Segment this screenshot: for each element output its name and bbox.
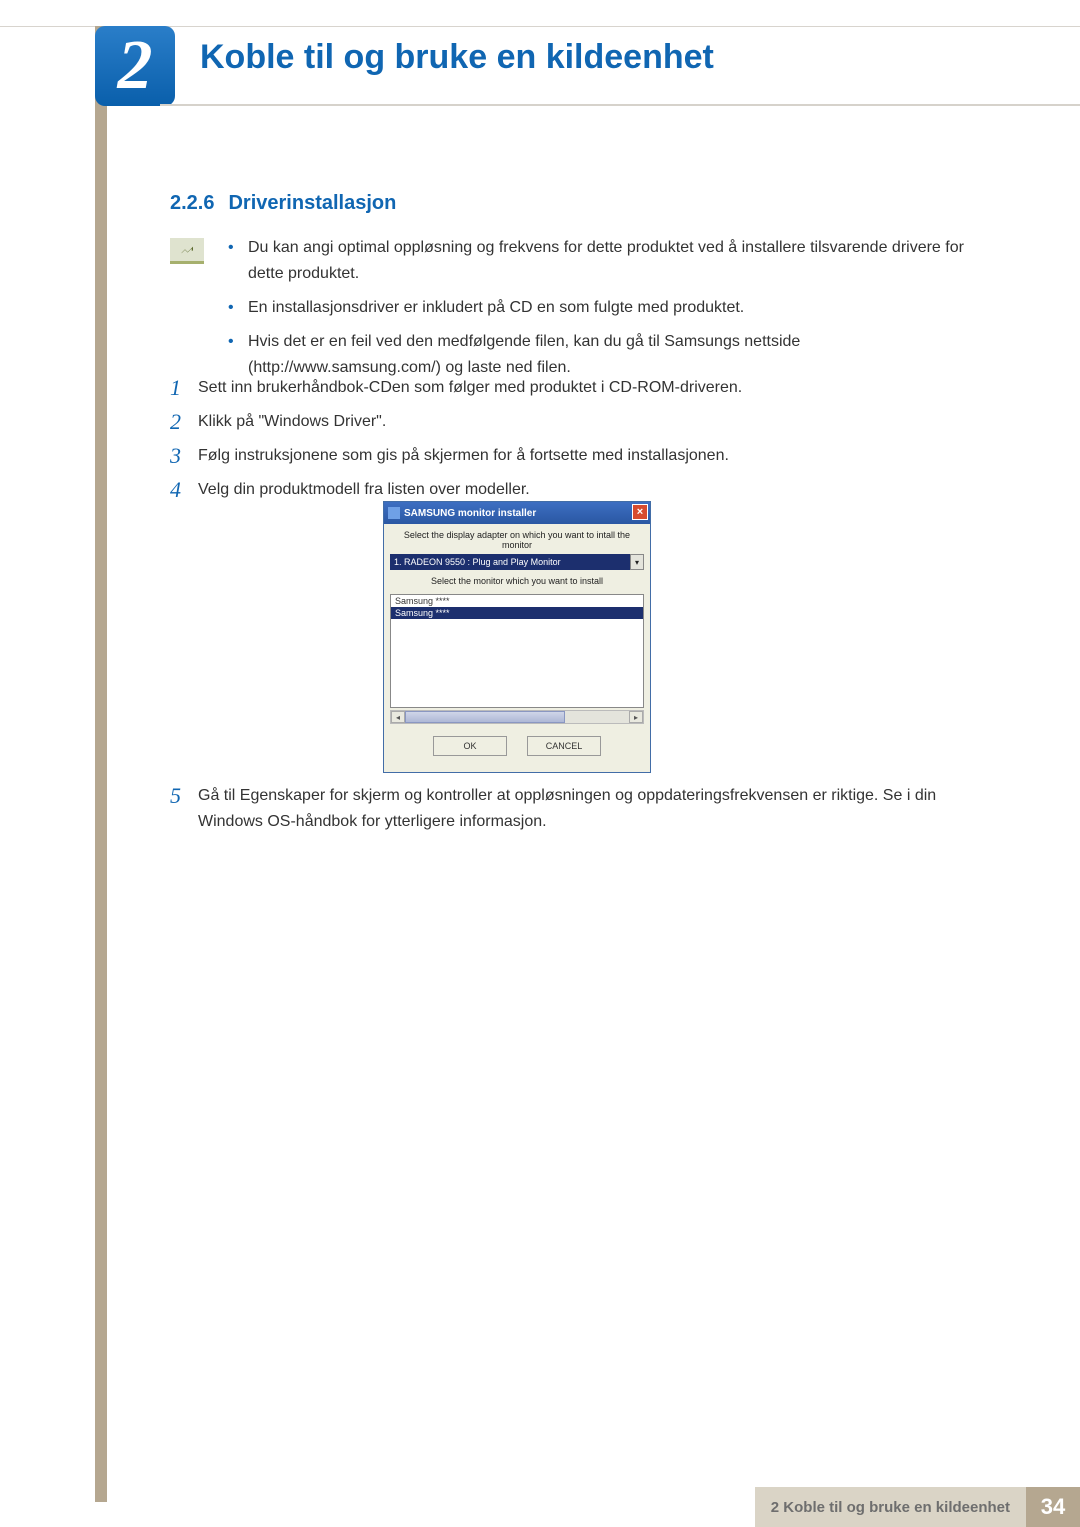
adapter-select-value: 1. RADEON 9550 : Plug and Play Monitor — [394, 557, 561, 567]
monitor-listbox[interactable]: Samsung **** Samsung **** — [390, 594, 644, 708]
ok-button[interactable]: OK — [433, 736, 507, 756]
installer-window: SAMSUNG monitor installer × Select the d… — [383, 501, 651, 773]
note-item: Du kan angi optimal oppløsning og frekve… — [228, 235, 990, 287]
installer-title-text: SAMSUNG monitor installer — [404, 508, 536, 519]
chapter-number: 2 — [118, 31, 153, 101]
horizontal-scrollbar[interactable]: ◂ ▸ — [390, 710, 644, 724]
step-text: Gå til Egenskaper for skjerm og kontroll… — [198, 783, 990, 835]
list-item[interactable]: Samsung **** — [391, 595, 643, 607]
list-item[interactable]: Samsung **** — [391, 607, 643, 619]
section-number: 2.2.6 — [170, 192, 214, 214]
step-2: 2 Klikk på "Windows Driver". — [170, 409, 990, 435]
installer-titlebar: SAMSUNG monitor installer × — [384, 502, 650, 524]
chapter-title: Koble til og bruke en kildeenhet — [200, 38, 714, 77]
close-button[interactable]: × — [632, 504, 648, 520]
adapter-select[interactable]: 1. RADEON 9550 : Plug and Play Monitor ▾ — [390, 554, 644, 570]
page-footer: 2 Koble til og bruke en kildeenhet 34 — [0, 1487, 1080, 1527]
step-4: 4 Velg din produktmodell fra listen over… — [170, 477, 990, 503]
cancel-button[interactable]: CANCEL — [527, 736, 601, 756]
section-heading: 2.2.6 Driverinstallasjon — [170, 192, 396, 215]
note-icon — [170, 238, 204, 264]
note-list: Du kan angi optimal oppløsning og frekve… — [228, 235, 990, 389]
monitor-label: Select the monitor which you want to ins… — [384, 570, 650, 590]
adapter-label: Select the display adapter on which you … — [384, 524, 650, 554]
chevron-down-icon[interactable]: ▾ — [630, 554, 644, 570]
step-number: 4 — [170, 477, 198, 503]
installer-app-icon — [388, 507, 400, 519]
step-text: Klikk på "Windows Driver". — [198, 409, 990, 435]
step-5: 5 Gå til Egenskaper for skjerm og kontro… — [170, 783, 990, 835]
step-number: 1 — [170, 375, 198, 401]
note-item: Hvis det er en feil ved den medfølgende … — [228, 329, 990, 381]
scroll-thumb[interactable] — [405, 711, 565, 723]
step-text: Velg din produktmodell fra listen over m… — [198, 477, 990, 503]
scroll-right-icon[interactable]: ▸ — [629, 711, 643, 723]
section-title: Driverinstallasjon — [228, 192, 396, 214]
installer-button-row: OK CANCEL — [384, 736, 650, 756]
step-number: 2 — [170, 409, 198, 435]
scroll-left-icon[interactable]: ◂ — [391, 711, 405, 723]
note-item: En installasjonsdriver er inkludert på C… — [228, 295, 990, 321]
note-block: Du kan angi optimal oppløsning og frekve… — [170, 235, 990, 389]
step-1: 1 Sett inn brukerhåndbok-CDen som følger… — [170, 375, 990, 401]
step-text: Følg instruksjonene som gis på skjermen … — [198, 443, 990, 469]
left-sidebar-strip — [95, 26, 107, 1502]
footer-chapter-label: 2 Koble til og bruke en kildeenhet — [755, 1487, 1026, 1527]
step-number: 3 — [170, 443, 198, 469]
step-3: 3 Følg instruksjonene som gis på skjerme… — [170, 443, 990, 469]
step-text: Sett inn brukerhåndbok-CDen som følger m… — [198, 375, 990, 401]
step-number: 5 — [170, 783, 198, 835]
footer-page-number: 34 — [1026, 1487, 1080, 1527]
steps-list: 1 Sett inn brukerhåndbok-CDen som følger… — [170, 375, 990, 511]
